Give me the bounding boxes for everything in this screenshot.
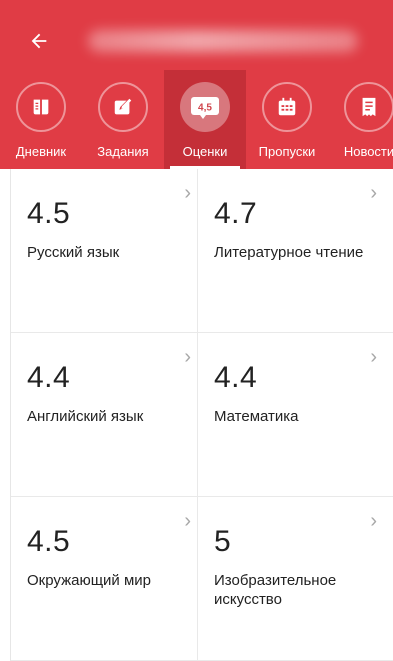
grade-badge-icon: 4,5	[191, 97, 219, 119]
tab-label: Пропуски	[258, 144, 316, 159]
average-grade: 4.4	[214, 361, 258, 394]
subject-name: Математика	[214, 408, 299, 425]
subject-name: Русский язык	[27, 244, 120, 261]
calendar-icon	[278, 97, 296, 116]
arrow-left-icon	[31, 33, 47, 49]
tab-label: Дневник	[15, 144, 67, 159]
grades-grid: › 4.5 Русский язык › 4.7 Литературное чт…	[10, 169, 393, 661]
page-title-blurred	[88, 30, 358, 52]
tab-icon-circle	[16, 82, 66, 132]
grade-card-english[interactable]: › 4.4 Английский язык	[11, 333, 207, 497]
pencil-square-icon	[114, 98, 132, 115]
grade-card-art[interactable]: › 5 Изобразительное искусство	[197, 497, 393, 661]
book-icon	[33, 99, 49, 115]
grade-card-literature[interactable]: › 4.7 Литературное чтение	[197, 169, 393, 333]
chevron-right-icon: ›	[184, 346, 191, 368]
tab-assignments[interactable]: Задания	[82, 70, 164, 169]
grade-card-math[interactable]: › 4.4 Математика	[197, 333, 393, 497]
tab-news[interactable]: Новости	[328, 70, 393, 169]
tab-icon-circle	[262, 82, 312, 132]
grade-badge-text: 4,5	[198, 103, 212, 114]
tab-diary[interactable]: Дневник	[0, 70, 82, 169]
average-grade: 4.7	[214, 197, 258, 230]
average-grade: 4.4	[27, 361, 71, 394]
average-grade: 4.5	[27, 525, 71, 558]
tab-label: Новости	[343, 144, 393, 159]
chevron-right-icon: ›	[370, 346, 377, 368]
tab-icon-circle: 4,5	[180, 82, 230, 132]
grade-card-russian[interactable]: › 4.5 Русский язык	[11, 169, 207, 333]
subject-name: Английский язык	[27, 408, 144, 425]
chevron-right-icon: ›	[370, 182, 377, 204]
grade-card-world[interactable]: › 4.5 Окружающий мир	[11, 497, 207, 661]
tab-icon-circle	[344, 82, 393, 132]
subject-name: Окружающий мир	[27, 572, 151, 589]
chevron-right-icon: ›	[184, 510, 191, 532]
section-tabs: Дневник Задания 4,5 Оценки Пропуски Ново…	[0, 70, 393, 169]
app-header: Дневник Задания 4,5 Оценки Пропуски Ново…	[0, 0, 393, 169]
average-grade: 4.5	[27, 197, 71, 230]
tab-grades[interactable]: 4,5 Оценки	[164, 70, 246, 169]
tab-absences[interactable]: Пропуски	[246, 70, 328, 169]
chevron-right-icon: ›	[370, 510, 377, 532]
subject-name: Литературное чтение	[214, 244, 364, 261]
average-grade: 5	[214, 525, 232, 558]
tab-icon-circle	[98, 82, 148, 132]
tab-label: Задания	[97, 144, 149, 159]
receipt-icon	[362, 97, 376, 117]
subject-name: Изобразительное искусство	[214, 572, 337, 608]
back-button[interactable]	[24, 26, 54, 56]
tab-label: Оценки	[182, 144, 228, 159]
chevron-right-icon: ›	[184, 182, 191, 204]
